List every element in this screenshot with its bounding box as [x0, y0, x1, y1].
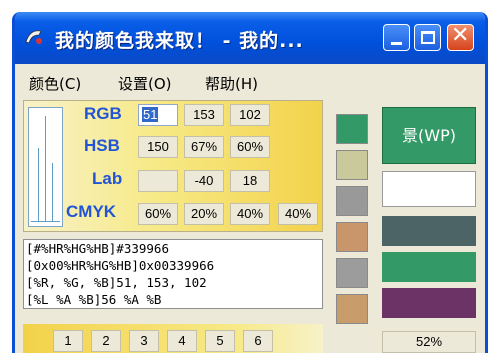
- history-swatch[interactable]: [336, 150, 368, 180]
- color-picker-app-icon[interactable]: [23, 26, 45, 48]
- cmyk-m-field[interactable]: 20%: [184, 203, 224, 225]
- cmyk-c-field[interactable]: 60%: [138, 203, 178, 225]
- hsb-h-field[interactable]: 150: [138, 136, 178, 158]
- preview-bar[interactable]: [382, 288, 476, 318]
- palette-button-4[interactable]: 4: [167, 330, 197, 352]
- format-line-lab: [%L %A %B]56 %A %B: [26, 292, 162, 307]
- history-swatch[interactable]: [336, 294, 368, 324]
- preview-column: 景(WP) 52%: [381, 100, 477, 353]
- cmyk-k-field[interactable]: 40%: [278, 203, 318, 225]
- cmyk-y-field[interactable]: 40%: [230, 203, 270, 225]
- background-color-button[interactable]: 景(WP): [382, 107, 476, 164]
- palette-number-row: 1 2 3 4 5 6: [23, 324, 323, 353]
- color-meter: [28, 107, 63, 227]
- format-output-textbox[interactable]: [#%HR%HG%HB]#339966 [0x00%HR%HG%HB]0x003…: [23, 239, 323, 309]
- hsb-s-field[interactable]: 67%: [184, 136, 224, 158]
- rgb-r-input[interactable]: 51: [138, 104, 178, 126]
- maximize-icon: [421, 31, 435, 44]
- format-line-rgb: [%R, %G, %B]51, 153, 102: [26, 275, 207, 290]
- palette-button-6[interactable]: 6: [243, 330, 273, 352]
- maximize-button[interactable]: [414, 24, 441, 51]
- preview-bar[interactable]: [382, 216, 476, 246]
- palette-button-1[interactable]: 1: [53, 330, 83, 352]
- history-swatch[interactable]: [336, 186, 368, 216]
- minimize-icon: [391, 42, 402, 45]
- rgb-g-field[interactable]: 153: [184, 104, 224, 126]
- app-window: 我的颜色我来取！ - 我的... ✕ 颜色(C) 设置(O) 帮助(H) RGB…: [12, 12, 488, 353]
- client-area: RGB 51 153 102 HSB 150 67% 60% Lab -40 1…: [19, 98, 485, 353]
- close-icon: ✕: [451, 23, 470, 48]
- title-bar[interactable]: 我的颜色我来取！ - 我的... ✕: [15, 12, 485, 64]
- lab-b-field[interactable]: 18: [230, 170, 270, 192]
- menu-color[interactable]: 颜色(C): [29, 73, 81, 94]
- menu-help[interactable]: 帮助(H): [205, 73, 258, 94]
- lab-a-field[interactable]: -40: [184, 170, 224, 192]
- hsb-b-field[interactable]: 60%: [230, 136, 270, 158]
- color-values-panel: RGB 51 153 102 HSB 150 67% 60% Lab -40 1…: [23, 100, 323, 232]
- menu-bar: 颜色(C) 设置(O) 帮助(H): [15, 64, 485, 98]
- lab-l-field[interactable]: [138, 170, 178, 192]
- history-swatch[interactable]: [336, 114, 368, 144]
- format-line-hex: [#%HR%HG%HB]#339966: [26, 241, 169, 256]
- rgb-label: RGB: [84, 104, 122, 123]
- menu-settings[interactable]: 设置(O): [118, 73, 172, 94]
- rgb-r-value: 51: [142, 107, 159, 122]
- close-button[interactable]: ✕: [447, 23, 474, 51]
- palette-button-3[interactable]: 3: [129, 330, 159, 352]
- palette-button-2[interactable]: 2: [91, 330, 121, 352]
- window-title: 我的颜色我来取！ - 我的...: [55, 30, 304, 52]
- preview-bar[interactable]: [382, 252, 476, 282]
- history-swatch-column: [334, 100, 370, 353]
- cmyk-label: CMYK: [66, 202, 117, 221]
- format-line-0x: [0x00%HR%HG%HB]0x00339966: [26, 258, 215, 273]
- preview-box: [382, 171, 476, 207]
- palette-button-5[interactable]: 5: [205, 330, 235, 352]
- history-swatch[interactable]: [336, 222, 368, 252]
- lab-label: Lab: [92, 169, 123, 188]
- minimize-button[interactable]: [383, 24, 410, 51]
- history-swatch[interactable]: [336, 258, 368, 288]
- hsb-label: HSB: [84, 136, 120, 155]
- rgb-b-field[interactable]: 102: [230, 104, 270, 126]
- zoom-percent[interactable]: 52%: [382, 331, 476, 353]
